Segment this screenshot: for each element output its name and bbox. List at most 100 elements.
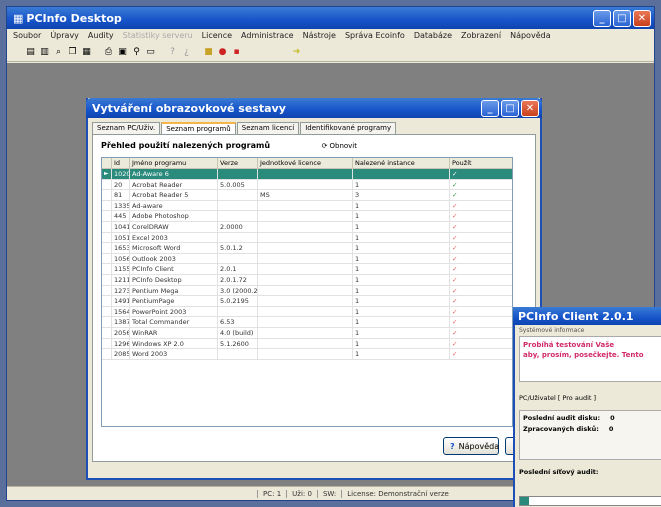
use-checkbox[interactable]: ✓ [450, 328, 512, 339]
table-row[interactable]: 2085 Word 2003 1 ✓ [102, 349, 512, 360]
column-header[interactable]: Nalezené instance [353, 158, 450, 169]
use-checkbox[interactable]: ✓ [450, 264, 512, 275]
help-button[interactable]: ? Nápověda [443, 437, 499, 455]
report-dialog: Vytváření obrazovkové sestavy _ □ ✕ Sezn… [86, 98, 542, 480]
table-cell [218, 169, 258, 180]
info-icon[interactable]: ¿ [181, 46, 192, 57]
tab-pc-users[interactable]: Seznam PC/Uživ. [92, 122, 161, 134]
table-cell: 1 [353, 264, 450, 275]
column-header[interactable]: Jednotkové licence [258, 158, 353, 169]
grid-header: Id Jméno programu Verze Jednotkové licen… [102, 158, 512, 169]
use-checkbox[interactable]: ✓ [450, 190, 512, 201]
folder-icon[interactable]: ■ [203, 46, 214, 57]
use-checkbox[interactable]: ✓ [450, 307, 512, 318]
client-option[interactable]: PC/Uživatel [ Pro audit ] [515, 394, 661, 402]
menu-item-napoveda[interactable]: Nápověda [510, 31, 551, 40]
window-icon[interactable]: ▭ [145, 46, 156, 57]
dialog-minimize-button[interactable]: _ [481, 99, 499, 117]
table-row[interactable]: 1273 Pentium Mega 3.0 (2000.2) 1 ✓ [102, 285, 512, 297]
open-icon[interactable]: ▥ [39, 46, 50, 57]
column-header[interactable]: Použít [450, 158, 512, 169]
use-checkbox[interactable]: ✓ [450, 339, 512, 350]
use-checkbox[interactable]: ✓ [450, 254, 512, 265]
tab-licenses[interactable]: Seznam licencí [236, 122, 300, 134]
menu-item-audity[interactable]: Audity [88, 31, 114, 40]
table-row[interactable]: 1056 Outlook 2003 1 ✓ [102, 253, 512, 265]
use-checkbox[interactable]: ✓ [450, 211, 512, 222]
dialog-maximize-button[interactable]: □ [501, 99, 519, 117]
menu-item-administrace[interactable]: Administrace [241, 31, 294, 40]
menu-item-sprava[interactable]: Správa Ecoinfo [345, 31, 405, 40]
help-icon[interactable]: ? [167, 46, 178, 57]
table-row[interactable]: 1041 CorelDRAW 2.0000 1 ✓ [102, 221, 512, 233]
table-cell: 1387 [112, 317, 130, 328]
table-row[interactable]: 1653 Microsoft Word 5.0.1.2 1 ✓ [102, 243, 512, 254]
use-checkbox[interactable]: ✓ [450, 169, 512, 180]
menu-item-soubor[interactable]: Soubor [13, 31, 41, 40]
menu-item-licence[interactable]: Licence [202, 31, 232, 40]
menu-item-upravy[interactable]: Úpravy [50, 31, 79, 40]
use-checkbox[interactable]: ✓ [450, 233, 512, 244]
grid-icon[interactable]: ▦ [81, 46, 92, 57]
use-checkbox[interactable]: ✓ [450, 180, 512, 191]
table-cell: 1491 [112, 296, 130, 307]
programs-grid[interactable]: Id Jméno programu Verze Jednotkové licen… [101, 157, 513, 427]
column-header[interactable] [102, 158, 112, 169]
table-cell: Excel 2003 [130, 232, 218, 244]
column-header[interactable]: Verze [218, 158, 258, 169]
table-cell: 5.0.2195 [218, 296, 258, 307]
close-button[interactable]: ✕ [633, 9, 651, 27]
menu-item-statistiky[interactable]: Statistiky serveru [123, 31, 193, 40]
print-icon[interactable]: ⎙ [103, 46, 114, 57]
table-row[interactable]: 1296 Windows XP 2.0 5.1.2600 1 ✓ [102, 338, 512, 350]
search-icon[interactable]: ⌕ [53, 46, 64, 57]
table-row[interactable]: ► 1020 Ad-Aware 6 ✓ [102, 169, 512, 180]
table-row[interactable]: 1387 Total Commander 6.53 1 ✓ [102, 317, 512, 328]
table-row[interactable]: 20 Acrobat Reader 5.0.005 1 ✓ [102, 179, 512, 191]
refresh-icon: ⟳ [321, 141, 328, 150]
main-title-bar: ▦ PCInfo Desktop _ □ ✕ [7, 7, 654, 29]
panel-heading: Přehled použití nalezených programů [101, 141, 271, 150]
menu-item-nastroje[interactable]: Nástroje [303, 31, 336, 40]
dialog-close-button[interactable]: ✕ [521, 99, 539, 117]
tab-programs[interactable]: Seznam programů [161, 122, 236, 134]
row-marker [102, 211, 112, 222]
preview-icon[interactable]: ▣ [117, 46, 128, 57]
record-icon[interactable]: ▪ [231, 46, 242, 57]
app-logo-icon: ▦ [13, 11, 24, 25]
use-checkbox[interactable]: ✓ [450, 222, 512, 233]
use-checkbox[interactable]: ✓ [450, 286, 512, 297]
tab-identified-programs[interactable]: Identifikované programy [300, 122, 397, 134]
status-user-count: Uži: 0 [286, 489, 317, 498]
table-row[interactable]: 2056 WinRAR 4.0 (build) 1 ✓ [102, 327, 512, 339]
menu-item-databaze[interactable]: Databáze [414, 31, 452, 40]
refresh-button[interactable]: ⟳ Obnovit [322, 142, 357, 150]
table-row[interactable]: 1335 Ad-aware 1 ✓ [102, 200, 512, 212]
table-row[interactable]: 1155 PCInfo Client 2.0.1 1 ✓ [102, 264, 512, 275]
table-cell [218, 190, 258, 201]
filter-icon[interactable]: ⚲ [131, 46, 142, 57]
use-checkbox[interactable]: ✓ [450, 317, 512, 328]
table-cell: 445 [112, 211, 130, 222]
new-icon[interactable]: ▤ [25, 46, 36, 57]
table-row[interactable]: 1051 Excel 2003 1 ✓ [102, 232, 512, 244]
minimize-button[interactable]: _ [593, 9, 611, 27]
use-checkbox[interactable]: ✓ [450, 243, 512, 254]
arrow-icon[interactable]: ➜ [291, 46, 302, 57]
table-row[interactable]: 1211 PCInfo Desktop 2.0.1.72 1 ✓ [102, 274, 512, 286]
delete-icon[interactable]: ● [217, 46, 228, 57]
column-header[interactable]: Id [112, 158, 130, 169]
table-row[interactable]: 1491 PentiumPage 5.0.2195 1 ✓ [102, 296, 512, 307]
menu-item-zobrazeni[interactable]: Zobrazení [461, 31, 501, 40]
use-checkbox[interactable]: ✓ [450, 275, 512, 286]
maximize-button[interactable]: □ [613, 9, 631, 27]
use-checkbox[interactable]: ✓ [450, 201, 512, 212]
column-header[interactable]: Jméno programu [130, 158, 218, 169]
use-checkbox[interactable]: ✓ [450, 349, 512, 360]
row-marker [102, 179, 112, 191]
table-row[interactable]: 81 Acrobat Reader 5 MS 3 ✓ [102, 190, 512, 201]
copy-icon[interactable]: ❐ [67, 46, 78, 57]
table-row[interactable]: 445 Adobe Photoshop 1 ✓ [102, 211, 512, 222]
table-row[interactable]: 1564 PowerPoint 2003 1 ✓ [102, 306, 512, 318]
use-checkbox[interactable]: ✓ [450, 296, 512, 307]
